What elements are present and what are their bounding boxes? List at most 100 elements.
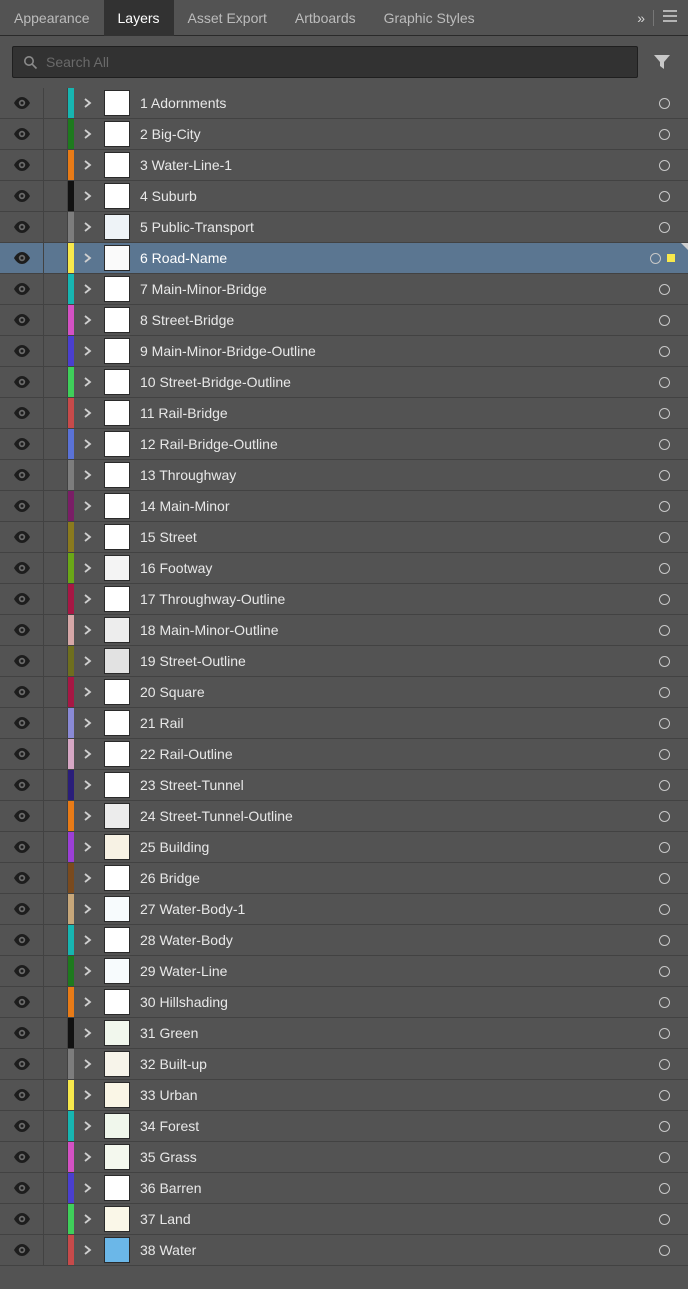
- layer-row[interactable]: 4 Suburb: [0, 181, 688, 212]
- visibility-toggle[interactable]: [0, 708, 44, 738]
- layer-thumbnail[interactable]: [104, 555, 130, 581]
- layer-thumbnail[interactable]: [104, 710, 130, 736]
- expand-toggle[interactable]: [74, 718, 102, 728]
- layer-row[interactable]: 36 Barren: [0, 1173, 688, 1204]
- layer-name-label[interactable]: 32 Built-up: [140, 1056, 207, 1072]
- visibility-toggle[interactable]: [0, 150, 44, 180]
- expand-toggle[interactable]: [74, 377, 102, 387]
- layer-thumbnail[interactable]: [104, 617, 130, 643]
- layer-row[interactable]: 28 Water-Body: [0, 925, 688, 956]
- expand-toggle[interactable]: [74, 563, 102, 573]
- visibility-toggle[interactable]: [0, 88, 44, 118]
- layer-name-label[interactable]: 8 Street-Bridge: [140, 312, 234, 328]
- layer-row[interactable]: 6 Road-Name: [0, 243, 688, 274]
- target-button[interactable]: [659, 439, 670, 450]
- expand-toggle[interactable]: [74, 966, 102, 976]
- layer-thumbnail[interactable]: [104, 927, 130, 953]
- lock-toggle[interactable]: [44, 1173, 68, 1203]
- layer-name-label[interactable]: 23 Street-Tunnel: [140, 777, 244, 793]
- layer-thumbnail[interactable]: [104, 1206, 130, 1232]
- layer-thumbnail[interactable]: [104, 524, 130, 550]
- expand-toggle[interactable]: [74, 656, 102, 666]
- lock-toggle[interactable]: [44, 801, 68, 831]
- visibility-toggle[interactable]: [0, 615, 44, 645]
- visibility-toggle[interactable]: [0, 677, 44, 707]
- visibility-toggle[interactable]: [0, 956, 44, 986]
- layer-row[interactable]: 38 Water: [0, 1235, 688, 1266]
- layer-name-label[interactable]: 34 Forest: [140, 1118, 199, 1134]
- lock-toggle[interactable]: [44, 553, 68, 583]
- layer-name-label[interactable]: 21 Rail: [140, 715, 184, 731]
- visibility-toggle[interactable]: [0, 1080, 44, 1110]
- target-button[interactable]: [659, 129, 670, 140]
- visibility-toggle[interactable]: [0, 553, 44, 583]
- layer-row[interactable]: 21 Rail: [0, 708, 688, 739]
- layer-thumbnail[interactable]: [104, 1020, 130, 1046]
- layer-name-label[interactable]: 11 Rail-Bridge: [140, 405, 228, 421]
- target-button[interactable]: [659, 625, 670, 636]
- layer-thumbnail[interactable]: [104, 400, 130, 426]
- lock-toggle[interactable]: [44, 1111, 68, 1141]
- layer-name-label[interactable]: 25 Building: [140, 839, 209, 855]
- visibility-toggle[interactable]: [0, 987, 44, 1017]
- layer-thumbnail[interactable]: [104, 369, 130, 395]
- visibility-toggle[interactable]: [0, 274, 44, 304]
- target-button[interactable]: [659, 594, 670, 605]
- expand-toggle[interactable]: [74, 842, 102, 852]
- visibility-toggle[interactable]: [0, 398, 44, 428]
- layer-row[interactable]: 3 Water-Line-1: [0, 150, 688, 181]
- visibility-toggle[interactable]: [0, 584, 44, 614]
- target-button[interactable]: [659, 284, 670, 295]
- target-button[interactable]: [659, 408, 670, 419]
- target-button[interactable]: [659, 191, 670, 202]
- target-button[interactable]: [659, 811, 670, 822]
- layer-thumbnail[interactable]: [104, 648, 130, 674]
- target-button[interactable]: [659, 501, 670, 512]
- layer-name-label[interactable]: 26 Bridge: [140, 870, 200, 886]
- lock-toggle[interactable]: [44, 708, 68, 738]
- target-button[interactable]: [659, 687, 670, 698]
- target-button[interactable]: [659, 780, 670, 791]
- visibility-toggle[interactable]: [0, 770, 44, 800]
- target-button[interactable]: [659, 222, 670, 233]
- layer-name-label[interactable]: 15 Street: [140, 529, 197, 545]
- expand-toggle[interactable]: [74, 749, 102, 759]
- lock-toggle[interactable]: [44, 1080, 68, 1110]
- target-button[interactable]: [659, 935, 670, 946]
- layer-thumbnail[interactable]: [104, 741, 130, 767]
- lock-toggle[interactable]: [44, 367, 68, 397]
- expand-toggle[interactable]: [74, 532, 102, 542]
- layer-name-label[interactable]: 28 Water-Body: [140, 932, 233, 948]
- layer-name-label[interactable]: 5 Public-Transport: [140, 219, 254, 235]
- lock-toggle[interactable]: [44, 429, 68, 459]
- expand-toggle[interactable]: [74, 1152, 102, 1162]
- layer-thumbnail[interactable]: [104, 803, 130, 829]
- expand-toggle[interactable]: [74, 129, 102, 139]
- expand-toggle[interactable]: [74, 346, 102, 356]
- layer-name-label[interactable]: 16 Footway: [140, 560, 212, 576]
- layer-name-label[interactable]: 37 Land: [140, 1211, 191, 1227]
- visibility-toggle[interactable]: [0, 119, 44, 149]
- target-button[interactable]: [650, 253, 661, 264]
- target-button[interactable]: [659, 718, 670, 729]
- layer-name-label[interactable]: 4 Suburb: [140, 188, 197, 204]
- target-button[interactable]: [659, 873, 670, 884]
- expand-toggle[interactable]: [74, 904, 102, 914]
- layer-row[interactable]: 26 Bridge: [0, 863, 688, 894]
- expand-toggle[interactable]: [74, 439, 102, 449]
- tab-graphic-styles[interactable]: Graphic Styles: [370, 0, 489, 36]
- expand-toggle[interactable]: [74, 1059, 102, 1069]
- expand-toggle[interactable]: [74, 780, 102, 790]
- lock-toggle[interactable]: [44, 1235, 68, 1265]
- tab-appearance[interactable]: Appearance: [0, 0, 104, 36]
- layer-row[interactable]: 20 Square: [0, 677, 688, 708]
- visibility-toggle[interactable]: [0, 460, 44, 490]
- layer-row[interactable]: 17 Throughway-Outline: [0, 584, 688, 615]
- target-button[interactable]: [659, 1214, 670, 1225]
- layer-name-label[interactable]: 6 Road-Name: [140, 250, 227, 266]
- layer-row[interactable]: 25 Building: [0, 832, 688, 863]
- layer-name-label[interactable]: 19 Street-Outline: [140, 653, 246, 669]
- expand-toggle[interactable]: [74, 470, 102, 480]
- lock-toggle[interactable]: [44, 336, 68, 366]
- layer-name-label[interactable]: 38 Water: [140, 1242, 196, 1258]
